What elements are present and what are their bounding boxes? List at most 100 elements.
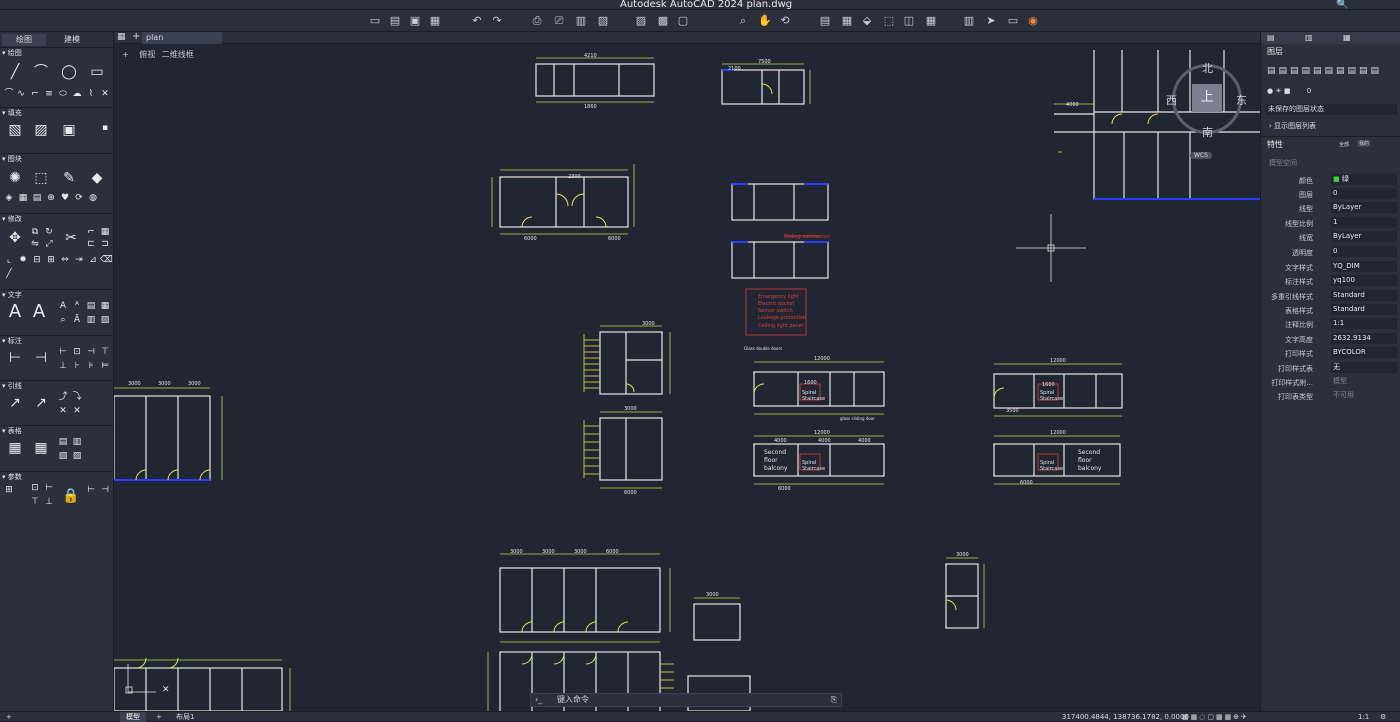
prop-row-linetype[interactable]: 线型 ByLayer (1261, 201, 1400, 215)
collinear-icon[interactable]: ⊢ (44, 483, 54, 493)
section-modify-label[interactable]: ▾ 修改 (0, 213, 114, 223)
chamfer-icon[interactable]: ⊏ (86, 239, 96, 249)
command-line[interactable]: ›_ 键入命令 ⎘ (530, 693, 842, 707)
command-history-icon[interactable]: ⎘ (831, 694, 837, 706)
section-text-label[interactable]: ▾ 文字 (0, 289, 114, 299)
parallel-icon[interactable]: ⊤ (30, 497, 40, 507)
revcloud-icon[interactable]: ☁ (72, 89, 82, 99)
collect-leader-icon[interactable]: ✕ (72, 406, 82, 416)
tab-blocks-icon[interactable]: ▥ (1305, 33, 1313, 42)
properties-small-icon[interactable]: ▢ (676, 14, 690, 28)
fillet-icon[interactable]: ⌐ (86, 227, 96, 237)
write-block-icon[interactable]: ▤ (32, 193, 42, 203)
align-icon[interactable]: ⊿ (88, 255, 98, 265)
image-icon[interactable]: ▪ (100, 123, 110, 133)
attribute-icon[interactable]: ◆ (88, 169, 106, 187)
search-icon[interactable]: 🔍 (1336, 0, 1348, 10)
props-tab-all[interactable]: 全部 (1339, 141, 1349, 148)
section-draw-label[interactable]: ▾ 绘图 (0, 47, 114, 57)
cloud-icon[interactable]: ▭ (1006, 14, 1020, 28)
tab-properties-icon[interactable]: ▦ (1343, 33, 1351, 42)
markup-icon[interactable]: ➤ (984, 14, 998, 28)
text-scale-icon[interactable]: ▥ (86, 315, 96, 325)
viewcube-north[interactable]: 北 (1202, 60, 1213, 76)
text-search-icon[interactable]: ⌕ (58, 315, 68, 325)
circle-icon[interactable]: ◯ (60, 63, 78, 81)
align-leader-icon[interactable]: ✕ (58, 406, 68, 416)
viewcube-south[interactable]: 南 (1202, 124, 1213, 140)
table-style-icon[interactable]: ▦ (32, 439, 50, 457)
redo-icon[interactable]: ↷ (490, 14, 504, 28)
prop-row-mleaderstyle[interactable]: 多重引线样式 Standard (1261, 289, 1400, 303)
xline-icon[interactable]: ⌐ (30, 89, 40, 99)
grid-icon[interactable]: ▦ (117, 32, 126, 42)
array-icon[interactable]: ▦ (100, 227, 110, 237)
tab-draw[interactable]: 绘图 (2, 34, 46, 46)
viewcube-east[interactable]: 东 (1236, 92, 1247, 108)
new-icon[interactable]: ▭ (368, 14, 382, 28)
line-icon[interactable]: ╱ (6, 63, 24, 81)
perpendicular-icon[interactable]: ⊥ (44, 497, 54, 507)
spline-icon[interactable]: ∿ (16, 89, 26, 99)
find-text-icon[interactable]: ▦ (100, 301, 110, 311)
viewcube-wcs[interactable]: WCS (1190, 152, 1212, 159)
heart-icon[interactable]: ♥ (60, 193, 70, 203)
auto-constrain-icon[interactable]: ⊞ (4, 485, 14, 495)
viewcube[interactable]: 上 北 南 东 西 WCS (1166, 62, 1247, 159)
arc-icon[interactable]: ⌒ (4, 89, 14, 99)
text-justify-icon[interactable]: ▧ (100, 315, 110, 325)
rectangle-icon[interactable]: ▭ (88, 63, 106, 81)
command-input[interactable]: 键入命令 (557, 694, 589, 706)
prop-row-textheight[interactable]: 文字高度 2632.9134 (1261, 332, 1400, 346)
create-block-icon[interactable]: ⬚ (32, 169, 50, 187)
field-icon[interactable]: ▤ (86, 301, 96, 311)
single-text-icon[interactable]: A (58, 301, 68, 311)
properties-icon[interactable]: ▤ (818, 14, 832, 28)
extract-data-icon[interactable]: ▥ (72, 437, 82, 447)
data-link-icon[interactable]: ▤ (58, 437, 68, 447)
stretch-icon[interactable]: ⌞ (4, 255, 14, 265)
lock-icon[interactable]: 🔒 (62, 487, 80, 505)
mtext-icon[interactable]: A (6, 303, 24, 321)
boundary-icon[interactable]: ▣ (60, 121, 78, 139)
drawing-canvas[interactable]: Emergency light Electric socket Sensor s… (114, 44, 1260, 711)
plot-preview-icon[interactable]: ⎚ (552, 14, 566, 28)
break-icon[interactable]: ⊟ (32, 255, 42, 265)
text-align-icon[interactable]: Ā (72, 315, 82, 325)
add-leader-icon[interactable]: ⤴ (58, 392, 68, 402)
offset-icon[interactable]: ⊐ (100, 239, 110, 249)
edit-block-icon[interactable]: ✎ (60, 169, 78, 187)
tab-modeling[interactable]: 建模 (50, 34, 94, 46)
dim-edit-icon[interactable]: ⊨ (100, 361, 110, 371)
hatch-icon[interactable]: ▧ (6, 121, 24, 139)
angular-dim-icon[interactable]: ⊡ (72, 347, 82, 357)
notifications-icon[interactable]: ◉ (1026, 14, 1040, 28)
join-icon[interactable]: ⊞ (46, 255, 56, 265)
open-icon[interactable]: ▤ (388, 14, 402, 28)
radius-dim-icon[interactable]: ⊣ (86, 347, 96, 357)
prop-row-lineweight[interactable]: 线宽 ByLayer (1261, 230, 1400, 244)
view-label[interactable]: 俯视 (139, 50, 155, 59)
ellipse-icon[interactable]: ⬭ (58, 89, 68, 99)
tab-plan[interactable]: plan (142, 32, 222, 44)
qdim-icon[interactable]: ⊧ (86, 361, 96, 371)
download-icon[interactable]: ▧ (58, 451, 68, 461)
extend-icon[interactable]: ⇥ (74, 255, 84, 265)
zoom-icon[interactable]: ⌕ (736, 14, 750, 28)
section-dimension-label[interactable]: ▾ 标注 (0, 335, 114, 345)
batch-plot-icon[interactable]: ▧ (596, 14, 610, 28)
scale-icon[interactable]: ⤢ (44, 239, 54, 249)
table-icon[interactable]: ▦ (6, 439, 24, 457)
xref-icon[interactable]: ⬙ (860, 14, 874, 28)
aligned-dim-icon[interactable]: ⊢ (58, 347, 68, 357)
sheet-set-icon[interactable]: ▨ (634, 14, 648, 28)
baseline-dim-icon[interactable]: ⊥ (58, 361, 68, 371)
section-hatch-label[interactable]: ▾ 填充 (0, 107, 114, 117)
base-point-icon[interactable]: ⊕ (46, 193, 56, 203)
tag-icon[interactable]: ◈ (4, 193, 14, 203)
leader-style-icon[interactable]: ↗ (32, 394, 50, 412)
lengthen-icon[interactable]: ⇔ (60, 255, 70, 265)
dim-constraint-icon[interactable]: ⊢ (86, 485, 96, 495)
match-icon[interactable]: ◫ (902, 14, 916, 28)
polyline-icon[interactable]: ⌒ (32, 63, 50, 81)
